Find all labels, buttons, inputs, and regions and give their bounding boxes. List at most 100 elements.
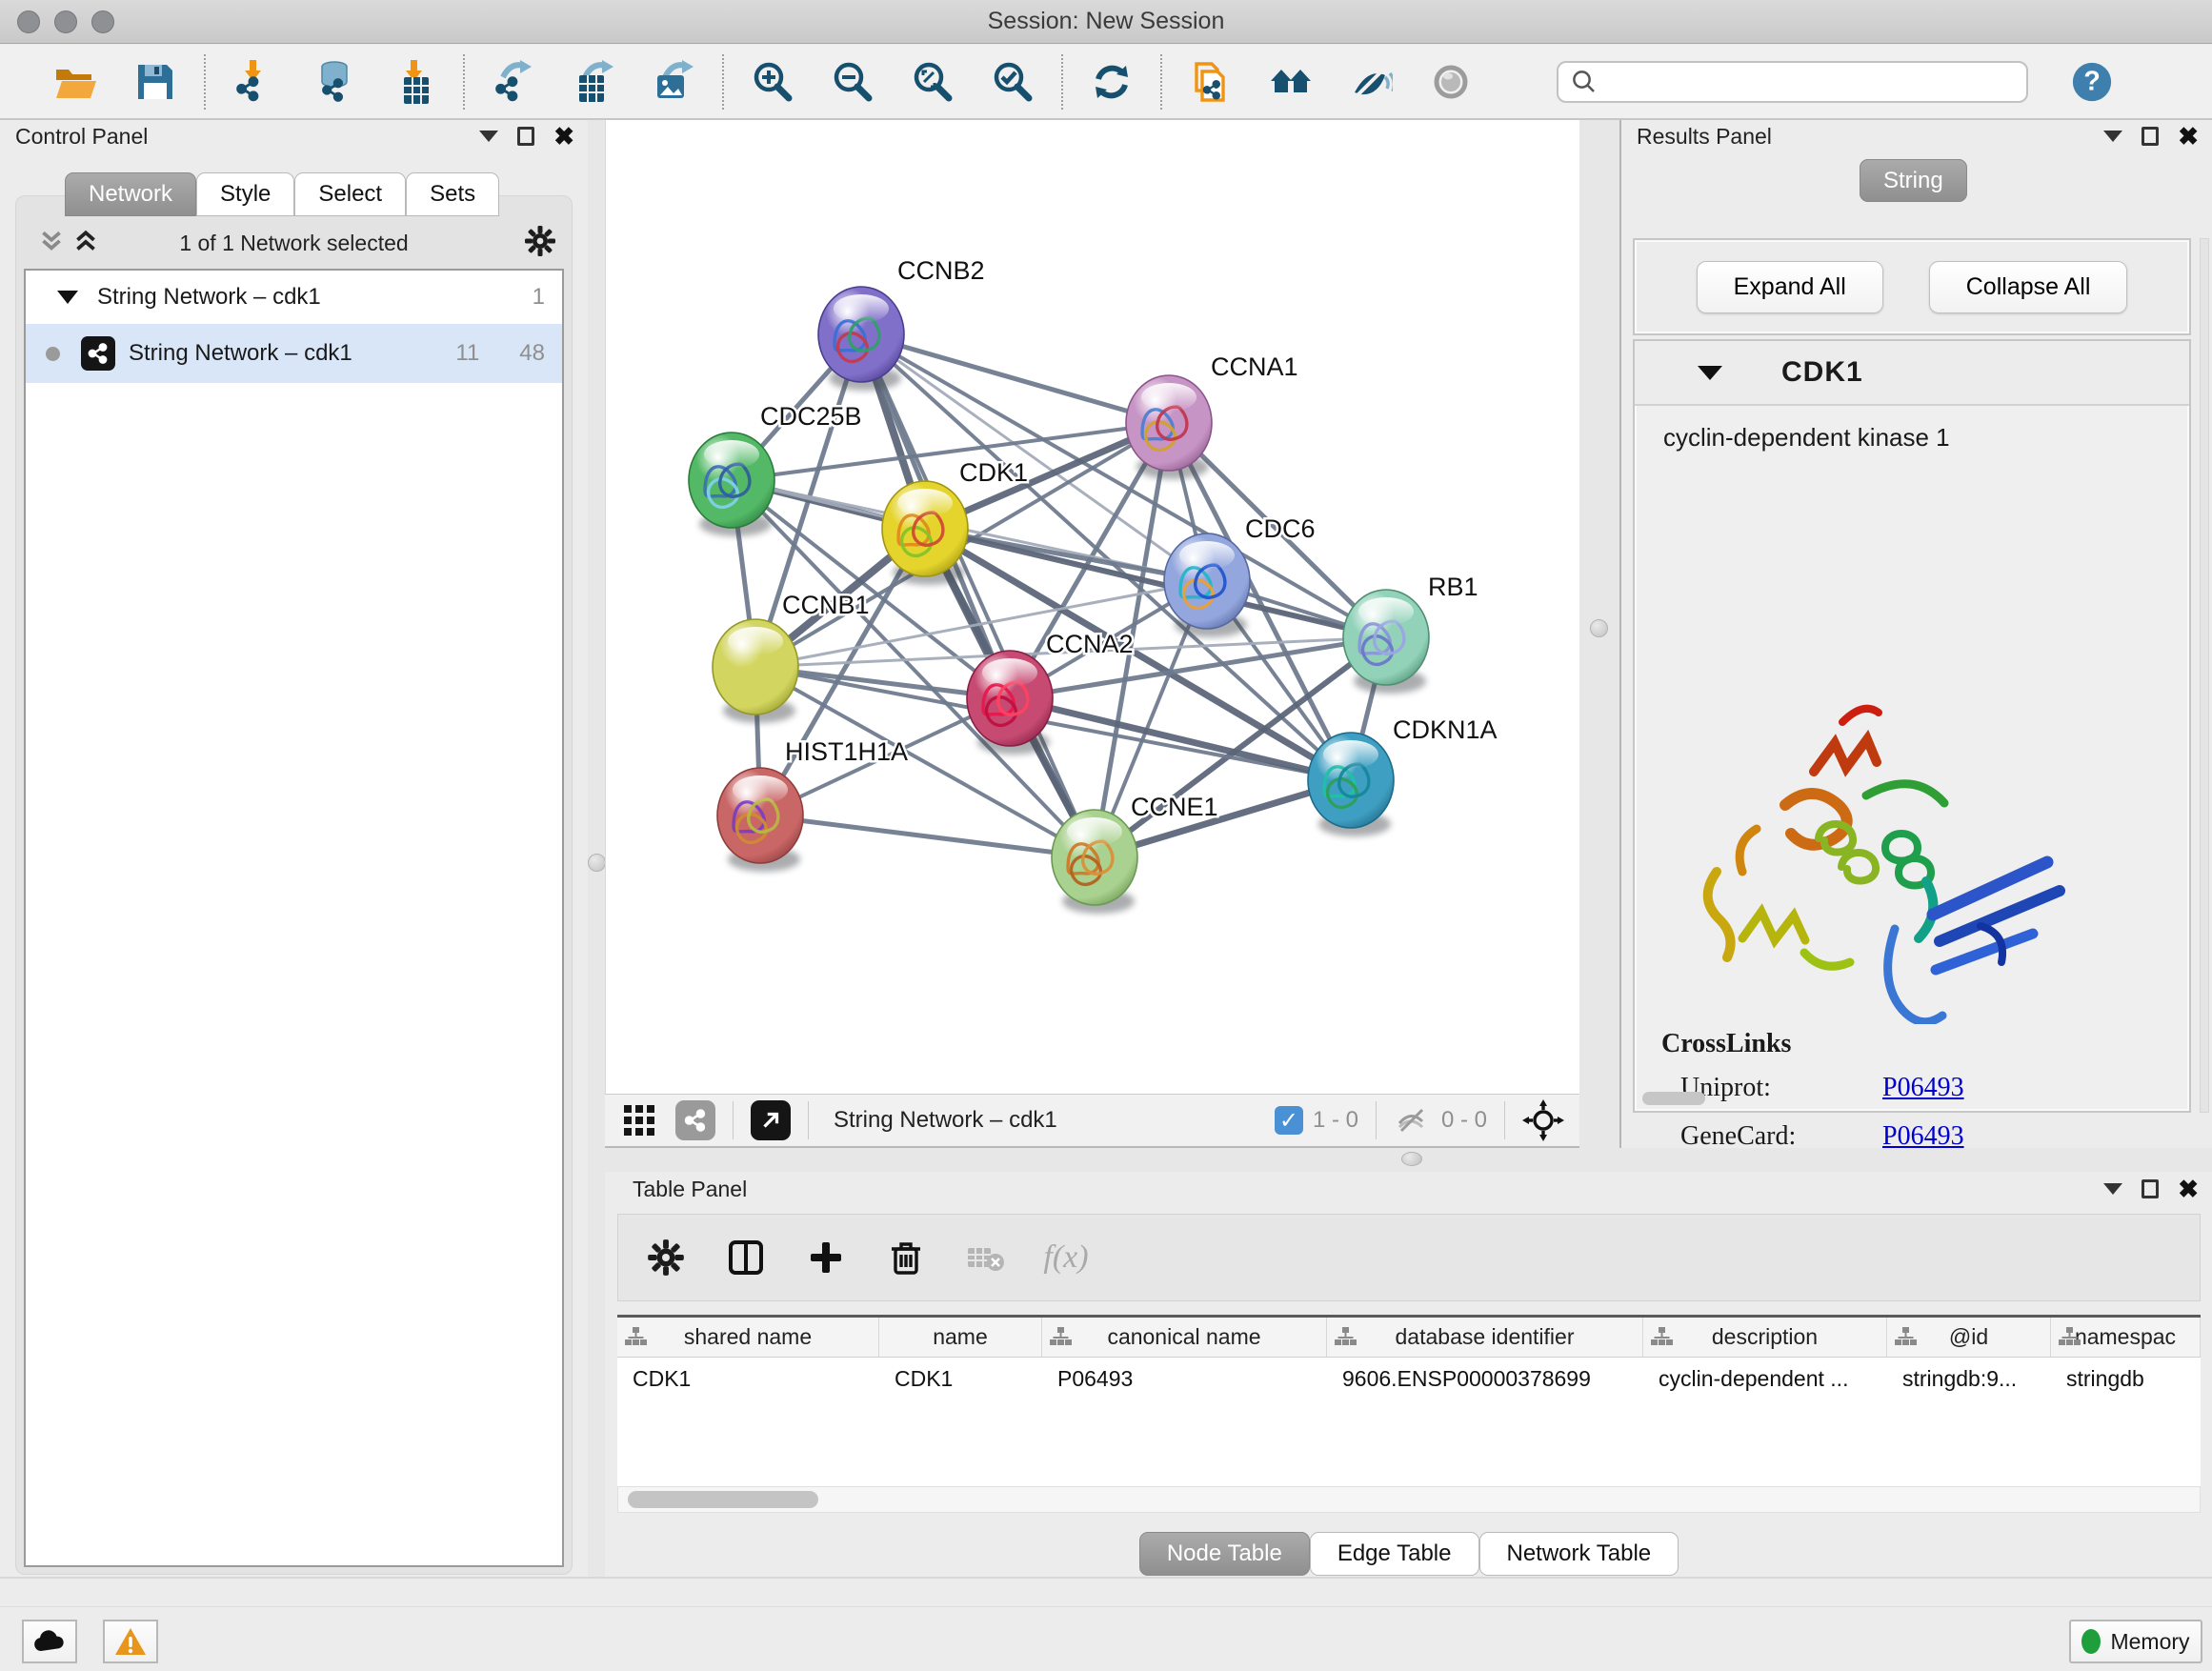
column-header-description[interactable]: description [1643,1318,1887,1357]
cloud-status-button[interactable] [22,1620,77,1663]
clone-network-icon[interactable] [1187,58,1235,106]
open-session-icon[interactable] [51,58,99,106]
clear-table-icon[interactable] [965,1237,1007,1278]
close-panel-icon[interactable]: ✖ [2178,127,2199,146]
results-vscrollbar[interactable] [2200,238,2209,1113]
warning-status-button[interactable] [103,1620,158,1663]
float-panel-icon[interactable] [2142,127,2159,146]
selected-checkbox-icon[interactable]: ✓ [1275,1106,1303,1135]
node-CDK1[interactable]: CDK1 [882,458,1028,585]
collapse-all-icon[interactable] [39,229,64,257]
search-input[interactable] [1599,69,2008,95]
right-splitter[interactable] [1579,120,1619,1148]
table-cell[interactable]: CDK1 [617,1358,879,1399]
node-CCNE1[interactable]: CCNE1 [1052,793,1218,914]
table-cell[interactable]: 9606.ENSP00000378699 [1327,1358,1643,1399]
table-cell[interactable]: P06493 [1042,1358,1327,1399]
tab-network[interactable]: Network [65,172,196,216]
refresh-icon[interactable] [1088,58,1136,106]
tab-select[interactable]: Select [294,172,406,216]
zoom-in-icon[interactable] [749,58,796,106]
settings-icon[interactable] [645,1237,687,1278]
close-panel-icon[interactable]: ✖ [553,127,574,146]
table-cell[interactable]: stringdb [2051,1358,2201,1399]
column-header-namespac[interactable]: namespac [2051,1318,2201,1357]
node-HIST1H1A[interactable]: HIST1H1A [717,737,908,872]
collapse-panel-icon[interactable] [479,131,498,142]
edge-CCNB2-CCNE1[interactable] [861,334,1095,857]
delete-icon[interactable] [885,1237,927,1278]
minimize-window-icon[interactable] [54,10,77,33]
preview-icon[interactable] [1427,58,1475,106]
results-hscrollbar-thumb[interactable] [1642,1092,1705,1105]
home-icon[interactable] [1267,58,1315,106]
export-table-icon[interactable] [570,58,617,106]
gene-entry-header[interactable]: CDK1 [1635,341,2189,406]
tab-node-table[interactable]: Node Table [1139,1532,1310,1576]
network-share-view-icon[interactable] [675,1100,715,1140]
zoom-out-icon[interactable] [829,58,876,106]
crosslink-link[interactable]: P06493 [1882,1073,1964,1102]
open-in-window-icon[interactable] [751,1100,791,1140]
column-header-shared-name[interactable]: shared name [617,1318,879,1357]
node-CDC6[interactable]: CDC6 [1164,514,1316,637]
column-header-@id[interactable]: @id [1887,1318,2051,1357]
node-CCNB1[interactable]: CCNB1 [713,591,870,723]
grid-view-icon[interactable] [618,1099,660,1141]
zoom-selected-icon[interactable] [989,58,1036,106]
search-box[interactable] [1557,61,2028,103]
network-tree-child-row[interactable]: String Network – cdk1 11 48 [26,324,562,383]
horizontal-splitter-handle[interactable] [1401,1152,1422,1166]
close-window-icon[interactable] [17,10,40,33]
float-panel-icon[interactable] [2142,1179,2159,1198]
right-splitter-handle[interactable] [1590,619,1608,637]
expand-all-icon[interactable] [73,229,98,257]
tab-sets[interactable]: Sets [406,172,499,216]
hidden-eye-icon[interactable] [1394,1104,1432,1137]
zoom-fit-icon[interactable] [909,58,956,106]
node-RB1[interactable]: RB1 [1343,573,1478,694]
network-options-gear-icon[interactable] [524,225,556,262]
table-cell[interactable]: CDK1 [879,1358,1042,1399]
column-header-canonical-name[interactable]: canonical name [1042,1318,1327,1357]
table-cell[interactable]: stringdb:9... [1887,1358,2051,1399]
crosslink-link[interactable]: P06493 [1882,1121,1964,1151]
hide-unhide-icon[interactable] [1347,58,1395,106]
column-header-database-identifier[interactable]: database identifier [1327,1318,1643,1357]
left-splitter[interactable] [588,120,605,1577]
birdseye-icon[interactable] [1522,1099,1564,1141]
tab-edge-table[interactable]: Edge Table [1310,1532,1479,1576]
export-image-icon[interactable] [650,58,697,106]
tab-network-table[interactable]: Network Table [1479,1532,1679,1576]
import-network-icon[interactable] [231,58,278,106]
network-tree-root-row[interactable]: String Network – cdk1 1 [26,271,562,324]
table-row[interactable]: CDK1CDK1P064939606.ENSP00000378699cyclin… [617,1358,2201,1399]
save-session-icon[interactable] [131,58,179,106]
edge-HIST1H1A-CCNE1[interactable] [760,815,1095,857]
expand-all-button[interactable]: Expand All [1697,261,1883,313]
table-hscrollbar-thumb[interactable] [628,1491,818,1508]
tab-string[interactable]: String [1860,159,1967,202]
close-panel-icon[interactable]: ✖ [2178,1179,2199,1198]
collapse-panel-icon[interactable] [2103,131,2122,142]
function-icon[interactable]: f(x) [1045,1237,1087,1278]
help-button[interactable]: ? [2068,58,2116,106]
columns-icon[interactable] [725,1237,767,1278]
add-column-icon[interactable] [805,1237,847,1278]
table-hscrollbar[interactable] [617,1486,2201,1513]
entry-collapse-icon[interactable] [1698,366,1722,380]
tab-style[interactable]: Style [196,172,294,216]
float-panel-icon[interactable] [517,127,534,146]
column-header-name[interactable]: name [879,1318,1042,1357]
maximize-window-icon[interactable] [91,10,114,33]
tree-expand-icon[interactable] [57,291,78,304]
left-splitter-handle[interactable] [588,854,606,872]
memory-button[interactable]: Memory [2069,1620,2202,1663]
import-database-icon[interactable] [311,58,358,106]
export-network-icon[interactable] [490,58,537,106]
import-table-icon[interactable] [391,58,438,106]
network-view-canvas[interactable]: CCNB2CCNA1CDC25BCDK1CDC6RB1CCNB1CCNA2CDK… [605,120,1579,1094]
table-cell[interactable]: cyclin-dependent ... [1643,1358,1887,1399]
collapse-all-button[interactable]: Collapse All [1929,261,2128,313]
node-CCNA1[interactable]: CCNA1 [1126,352,1298,479]
